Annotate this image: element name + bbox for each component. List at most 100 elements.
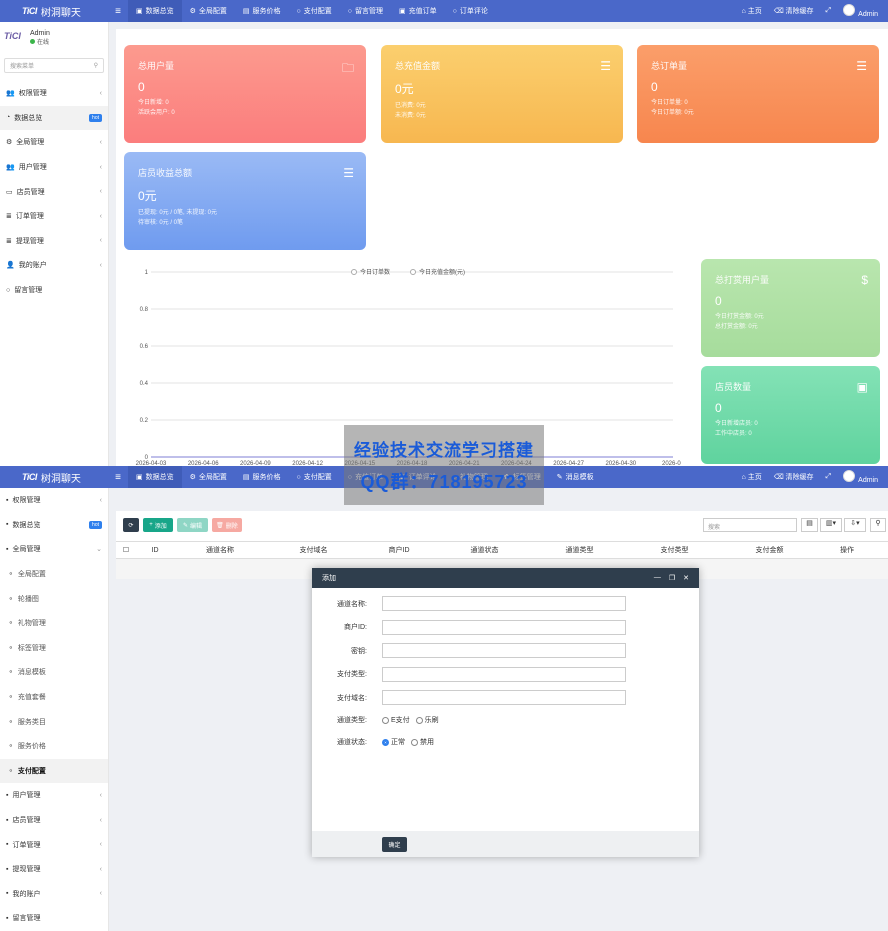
nav-item-1[interactable]: ⚙ 全局配置: [182, 466, 235, 488]
card-value: 0元: [138, 189, 157, 203]
nav-item-8[interactable]: ✎ 消息模板: [549, 466, 602, 488]
sidebar-item-left: ⚬ 支付配置: [6, 766, 46, 776]
sidebar2-item-13[interactable]: ▪ 店员管理 ‹: [0, 808, 108, 833]
sidebar-item-0[interactable]: 👥 权限管理 ‹: [0, 81, 108, 106]
sidebar-item-7[interactable]: 👤 我的账户 ‹: [0, 253, 108, 278]
home-link[interactable]: ⌂ 主页: [742, 6, 762, 16]
app-logo[interactable]: TiCI 树洞聊天: [0, 0, 108, 22]
sidebar-item-8[interactable]: ○ 留言管理: [0, 278, 108, 303]
close-icon[interactable]: ✕: [683, 574, 689, 582]
nav-icon: ○: [296, 7, 301, 15]
sidebar2-item-9[interactable]: ⚬ 服务类目: [0, 709, 108, 734]
sidebar2-item-8[interactable]: ⚬ 充值套餐: [0, 685, 108, 710]
nav-item-4[interactable]: ○ 留言管理: [340, 0, 391, 22]
column-header[interactable]: 通道类型: [532, 545, 627, 555]
column-header[interactable]: 通道名称: [174, 545, 266, 555]
search-toggle-button[interactable]: ⚲: [870, 518, 886, 532]
nav-item-6[interactable]: ○ 订单评论: [445, 0, 496, 22]
sidebar2-item-4[interactable]: ⚬ 轮播图: [0, 586, 108, 611]
minimize-icon[interactable]: —: [654, 574, 661, 582]
columns-button[interactable]: ▥▾: [820, 518, 842, 532]
radio-leshua[interactable]: 乐刷: [415, 715, 439, 725]
add-button[interactable]: + 添加: [143, 518, 173, 532]
form-input-2[interactable]: [382, 643, 626, 658]
user-menu[interactable]: Admin: [843, 4, 878, 18]
sidebar-item-label: 用户管理: [12, 792, 41, 800]
form-input-1[interactable]: [382, 619, 626, 635]
sidebar2-item-5[interactable]: ⚬ 礼物管理: [0, 611, 108, 636]
confirm-button[interactable]: 确定: [382, 836, 407, 852]
form-input-4[interactable]: [382, 690, 626, 705]
column-header[interactable]: 商户ID: [361, 545, 437, 555]
sidebar-item-4[interactable]: ▭ 店员管理 ‹: [0, 179, 108, 204]
toggle-view-button[interactable]: ▤: [801, 518, 818, 532]
form-input-3[interactable]: [382, 666, 626, 682]
nav-item-3[interactable]: ○ 支付配置: [289, 466, 340, 488]
sidebar2-item-7[interactable]: ⚬ 消息模板: [0, 660, 108, 685]
sidebar2-item-2[interactable]: ▪ 全局管理 ⌄: [0, 537, 108, 562]
nav-item-5[interactable]: ▣ 充值订单: [391, 0, 445, 22]
select-all-checkbox[interactable]: ☐: [116, 546, 136, 554]
dialog-title: 添加: [322, 575, 336, 582]
radio-normal[interactable]: 正常: [382, 737, 405, 747]
menu-search-input[interactable]: 搜索菜单 ⚲: [4, 58, 104, 73]
sidebar-item-5[interactable]: ≣ 订单管理 ‹: [0, 204, 108, 229]
card-title: 店员数量: [715, 382, 752, 392]
sidebar2-item-1[interactable]: ▪ 数据总览 hot: [0, 513, 108, 538]
edit-button[interactable]: ✎ 编辑: [177, 518, 208, 532]
form-row-2: 密钥:: [312, 643, 699, 658]
home-link[interactable]: ⌂ 主页: [742, 472, 762, 482]
fullscreen-icon[interactable]: ⤢: [826, 473, 832, 481]
clear-cache-link[interactable]: ⌫ 清除缓存: [774, 472, 814, 482]
nav-item-0[interactable]: ▣ 数据总览: [128, 466, 182, 488]
nav-item-2[interactable]: ▤ 服务价格: [235, 0, 289, 22]
app-logo-2[interactable]: TiCI 树洞聊天: [0, 466, 108, 488]
menu-toggle-icon[interactable]: ≡: [108, 472, 128, 483]
clear-cache-link[interactable]: ⌫ 清除缓存: [774, 6, 814, 16]
sidebar2-item-11[interactable]: ⚬ 支付配置: [0, 758, 108, 784]
form-input-0[interactable]: [382, 596, 626, 611]
card-title: 店员收益总额: [138, 168, 193, 178]
chevron-left-icon: ‹: [99, 261, 102, 269]
sidebar-item-1[interactable]: ◔ 数据总览 hot: [0, 105, 108, 131]
table-search-input[interactable]: 搜索: [703, 518, 797, 532]
user-menu[interactable]: Admin: [843, 470, 878, 484]
column-header[interactable]: ID: [136, 547, 174, 554]
sidebar-item-label: 店员管理: [16, 188, 45, 196]
nav-item-2[interactable]: ▤ 服务价格: [235, 466, 289, 488]
column-header[interactable]: 支付类型: [627, 545, 722, 555]
add-dialog: 添加 — ❐ ✕ 通道名称: 商户ID: 密钥: 支付类型: 支付域名: 通道类型: E支付…: [312, 568, 699, 857]
sidebar2-item-3[interactable]: ⚬ 全局配置: [0, 562, 108, 587]
nav-item-1[interactable]: ⚙ 全局配置: [182, 0, 235, 22]
sidebar2-item-0[interactable]: ▪ 权限管理 ‹: [0, 488, 108, 513]
y-tick-label: 0.6: [140, 344, 149, 350]
nav-icon: ▣: [399, 8, 406, 15]
sidebar-item-3[interactable]: 👥 用户管理 ‹: [0, 155, 108, 180]
search-icon[interactable]: ⚲: [94, 62, 98, 69]
sidebar-item-6[interactable]: ≣ 提现管理 ‹: [0, 229, 108, 254]
sidebar2-item-16[interactable]: ▪ 我的账户 ‹: [0, 882, 108, 907]
column-header[interactable]: 操作: [817, 545, 877, 555]
sidebar2-item-6[interactable]: ⚬ 标签管理: [0, 636, 108, 661]
sidebar2-item-17[interactable]: ▪ 留言管理: [0, 906, 108, 931]
column-header[interactable]: 支付金额: [722, 545, 817, 555]
nav-item-3[interactable]: ○ 支付配置: [289, 0, 340, 22]
radio-disabled[interactable]: 禁用: [411, 737, 434, 747]
sidebar2-item-10[interactable]: ⚬ 服务价格: [0, 734, 108, 759]
chevron-left-icon: ‹: [99, 89, 102, 97]
export-button[interactable]: ⇩▾: [844, 518, 866, 532]
sidebar-item-2[interactable]: ⚙ 全局管理 ‹: [0, 130, 108, 155]
nav-item-0[interactable]: ▣ 数据总览: [128, 0, 182, 22]
maximize-icon[interactable]: ❐: [669, 574, 675, 582]
sidebar2-item-12[interactable]: ▪ 用户管理 ‹: [0, 783, 108, 808]
fullscreen-icon[interactable]: ⤢: [826, 7, 832, 15]
delete-button[interactable]: 🗑 删除: [212, 518, 242, 532]
refresh-button[interactable]: ⟳: [123, 518, 139, 532]
column-header[interactable]: 支付域名: [266, 545, 361, 555]
logo-mark: TiCI: [22, 6, 37, 16]
menu-toggle-icon[interactable]: ≡: [108, 6, 128, 17]
sidebar2-item-15[interactable]: ▪ 提现管理 ‹: [0, 857, 108, 882]
column-header[interactable]: 通道状态: [437, 545, 532, 555]
sidebar2-item-14[interactable]: ▪ 订单管理 ‹: [0, 832, 108, 857]
radio-epay[interactable]: E支付: [382, 715, 410, 725]
